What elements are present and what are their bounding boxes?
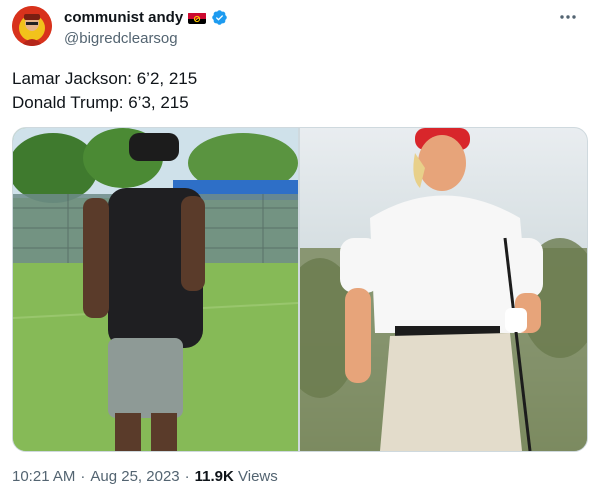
display-name[interactable]: communist andy: [64, 9, 183, 26]
tweet-line: Lamar Jackson: 6’2, 215: [12, 69, 198, 88]
photo-golfer[interactable]: [300, 128, 587, 451]
verified-badge-icon[interactable]: [211, 9, 228, 26]
photo-football-player[interactable]: [13, 128, 298, 451]
views-label: Views: [238, 468, 278, 485]
tweet-text: Lamar Jackson: 6’2, 215 Donald Trump: 6’…: [12, 67, 197, 115]
tweet-line: Donald Trump: 6’3, 215: [12, 93, 189, 112]
tweet-time[interactable]: 10:21 AM: [12, 468, 75, 485]
more-options-icon[interactable]: [556, 8, 580, 26]
angola-flag-icon: [188, 12, 207, 24]
tweet-header: communist andy @bigredclearsog: [12, 6, 588, 50]
media-grid: [12, 127, 588, 452]
meta-separator: ·: [80, 468, 86, 485]
author-handle[interactable]: @bigredclearsog: [64, 30, 178, 47]
tweet-date[interactable]: Aug 25, 2023: [90, 468, 179, 485]
avatar[interactable]: [12, 6, 52, 46]
author-name-row[interactable]: communist andy: [64, 9, 228, 26]
views-count: 11.9K: [194, 468, 234, 485]
tweet-meta: 10:21 AM · Aug 25, 2023 · 11.9K Views: [12, 468, 278, 485]
meta-separator: ·: [184, 468, 190, 485]
